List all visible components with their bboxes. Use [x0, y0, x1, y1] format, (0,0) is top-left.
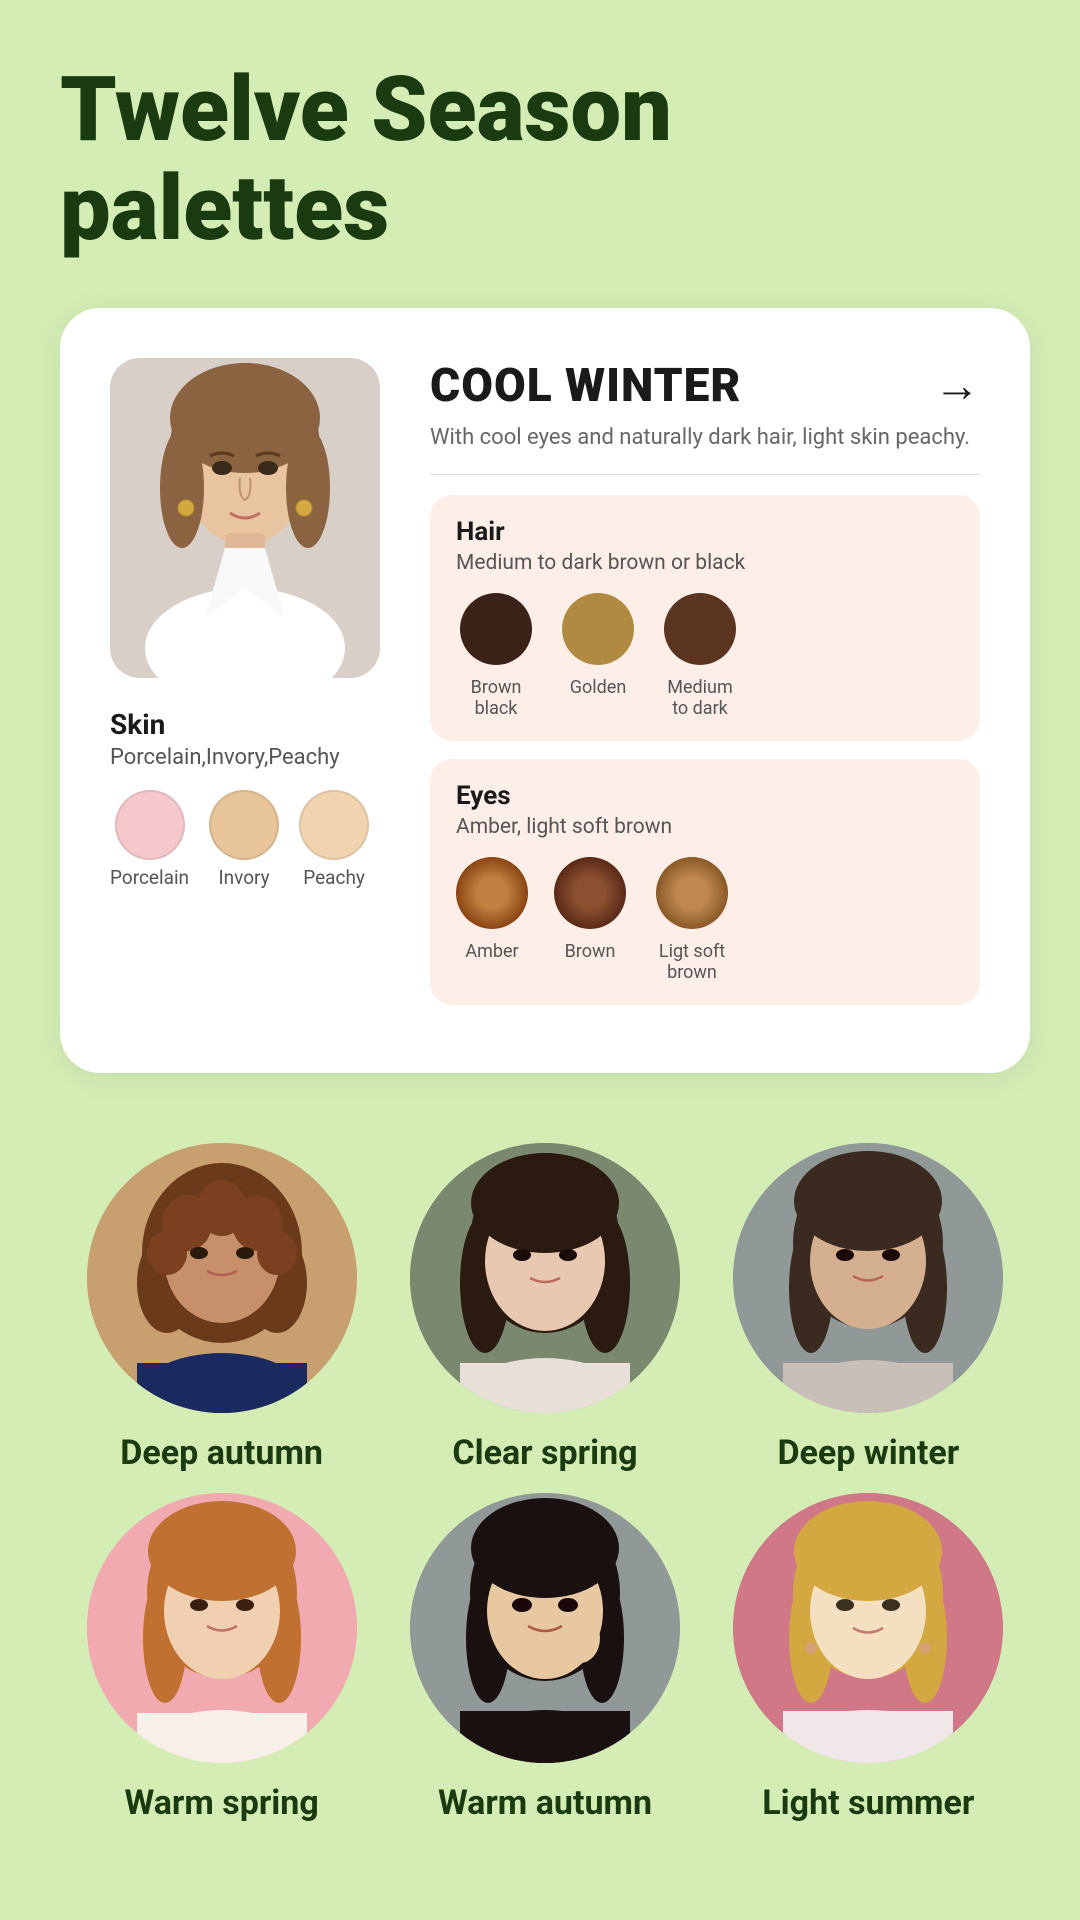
hair-label: Hair — [456, 517, 954, 547]
mediumdark-label: Medium to dark — [660, 677, 740, 719]
lightsoftbrown-label: Ligt soft brown — [652, 941, 732, 983]
skin-swatches: Porcelain Invory Peachy — [110, 790, 369, 889]
amber-eye — [456, 857, 528, 929]
mediumdark-circle — [664, 593, 736, 665]
deep-autumn-label: Deep autumn — [120, 1433, 323, 1473]
season-clear-spring[interactable]: Clear spring — [395, 1143, 695, 1473]
deep-winter-label: Deep winter — [777, 1433, 959, 1473]
brownblack-circle — [460, 593, 532, 665]
season-header: COOL WINTER → — [430, 358, 980, 413]
brownblack-label: Brown black — [456, 677, 536, 719]
swatch-porcelain: Porcelain — [110, 790, 189, 889]
eye-swatch-amber: Amber — [456, 857, 528, 962]
porcelain-swatch — [115, 790, 185, 860]
brown-label: Brown — [565, 941, 616, 962]
eye-swatch-lightsoftbrown: Ligt soft brown — [652, 857, 732, 983]
peachy-swatch — [299, 790, 369, 860]
clear-spring-label: Clear spring — [452, 1433, 637, 1473]
season-name: COOL WINTER — [430, 359, 741, 413]
season-light-summer[interactable]: Light summer — [718, 1493, 1018, 1823]
amber-label: Amber — [465, 941, 518, 962]
page-title: Twelve Season palettes — [60, 60, 1030, 258]
warm-autumn-label: Warm autumn — [438, 1783, 652, 1823]
golden-circle — [562, 593, 634, 665]
deep-autumn-avatar — [87, 1143, 357, 1413]
swatch-invory: Invory — [209, 790, 279, 889]
hair-swatch-golden: Golden — [562, 593, 634, 698]
seasons-row-2: Warm spring — [60, 1493, 1030, 1823]
hair-swatches: Brown black Golden Medium to dark — [456, 593, 954, 719]
hair-subtitle: Medium to dark brown or black — [456, 551, 954, 575]
season-warm-autumn[interactable]: Warm autumn — [395, 1493, 695, 1823]
hair-swatch-brownblack: Brown black — [456, 593, 536, 719]
warm-spring-avatar — [87, 1493, 357, 1763]
divider — [430, 474, 980, 475]
brown-eye — [554, 857, 626, 929]
seasons-row-1: Deep autumn — [60, 1143, 1030, 1473]
deep-winter-avatar — [733, 1143, 1003, 1413]
warm-spring-label: Warm spring — [125, 1783, 319, 1823]
skin-label: Skin — [110, 708, 165, 741]
hair-trait-box: Hair Medium to dark brown or black Brown… — [430, 495, 980, 741]
porcelain-label: Porcelain — [110, 866, 189, 889]
eyes-trait-box: Eyes Amber, light soft brown Amber Brown… — [430, 759, 980, 1005]
person-photo — [110, 358, 380, 678]
skin-types: Porcelain,Invory,Peachy — [110, 745, 340, 770]
card-left: Skin Porcelain,Invory,Peachy Porcelain I… — [110, 358, 390, 1023]
eyes-label: Eyes — [456, 781, 954, 811]
peachy-label: Peachy — [303, 866, 365, 889]
arrow-icon[interactable]: → — [934, 358, 980, 413]
eye-swatch-brown: Brown — [554, 857, 626, 962]
season-card: Skin Porcelain,Invory,Peachy Porcelain I… — [60, 308, 1030, 1073]
lightsoftbrown-eye — [656, 857, 728, 929]
light-summer-label: Light summer — [762, 1783, 974, 1823]
invory-swatch — [209, 790, 279, 860]
light-summer-avatar — [733, 1493, 1003, 1763]
golden-label: Golden — [570, 677, 627, 698]
eyes-swatches: Amber Brown Ligt soft brown — [456, 857, 954, 983]
swatch-peachy: Peachy — [299, 790, 369, 889]
season-deep-autumn[interactable]: Deep autumn — [72, 1143, 372, 1473]
season-desc: With cool eyes and naturally dark hair, … — [430, 423, 980, 454]
season-deep-winter[interactable]: Deep winter — [718, 1143, 1018, 1473]
warm-autumn-avatar — [410, 1493, 680, 1763]
eyes-subtitle: Amber, light soft brown — [456, 815, 954, 839]
clear-spring-avatar — [410, 1143, 680, 1413]
invory-label: Invory — [218, 866, 269, 889]
page-container: Twelve Season palettes — [0, 0, 1080, 1903]
hair-swatch-mediumdark: Medium to dark — [660, 593, 740, 719]
season-warm-spring[interactable]: Warm spring — [72, 1493, 372, 1823]
card-right: COOL WINTER → With cool eyes and natural… — [430, 358, 980, 1023]
